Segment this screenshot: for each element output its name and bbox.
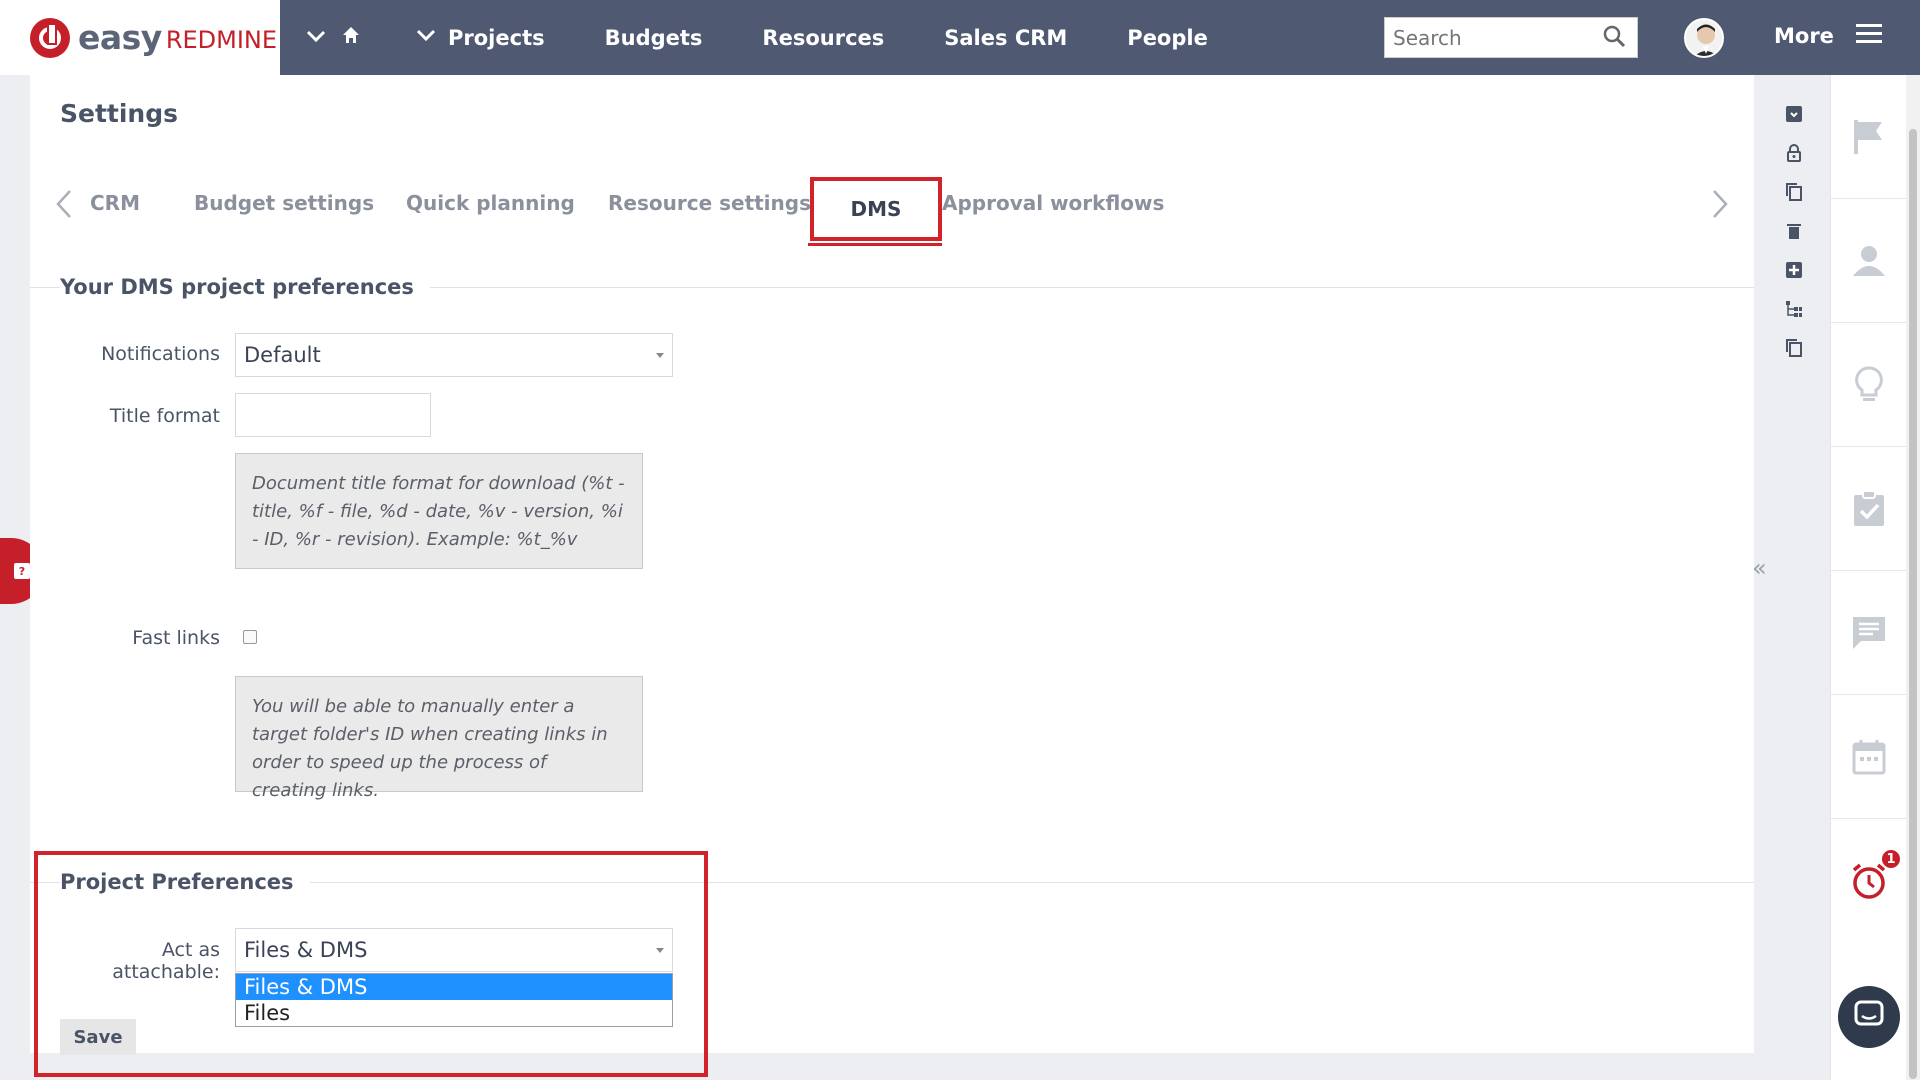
nav-sales-crm[interactable]: Sales CRM: [944, 26, 1067, 50]
fast-links-checkbox[interactable]: [243, 630, 257, 644]
search-icon[interactable]: [1603, 25, 1627, 49]
title-format-label: Title format: [109, 405, 220, 427]
chevron-down-icon[interactable]: [306, 25, 326, 50]
copy-icon[interactable]: [1780, 178, 1808, 206]
flag-icon[interactable]: [1831, 75, 1907, 199]
trash-icon[interactable]: [1780, 217, 1808, 245]
logo[interactable]: easy REDMINE: [0, 0, 280, 75]
tab-resource-settings[interactable]: Resource settings: [608, 191, 811, 215]
top-bar: easy REDMINE Projects Budgets Resources …: [0, 0, 1920, 75]
notifications-value: Default: [244, 343, 321, 367]
more-menu[interactable]: More: [1774, 24, 1882, 48]
help-icon: ?: [14, 563, 30, 579]
nav-people[interactable]: People: [1127, 26, 1208, 50]
main-nav: Projects Budgets Resources Sales CRM Peo…: [306, 0, 1268, 75]
comment-icon[interactable]: [1831, 571, 1907, 695]
chat-icon: [1854, 1000, 1884, 1034]
tab-approval-workflows[interactable]: Approval workflows: [942, 191, 1164, 215]
home-icon[interactable]: [342, 25, 360, 50]
scrollbar-thumb[interactable]: [1909, 129, 1917, 1079]
nav-budgets[interactable]: Budgets: [605, 26, 703, 50]
logo-icon: [30, 17, 70, 58]
highlight-box: [34, 851, 708, 1077]
lightbulb-icon[interactable]: [1831, 323, 1907, 447]
fast-links-hint: You will be able to manually enter a tar…: [235, 676, 643, 801]
page-title: Settings: [60, 99, 179, 128]
dms-prefs-title: Your DMS project preferences: [60, 275, 430, 299]
person-icon[interactable]: [1831, 199, 1907, 323]
fast-links-label: Fast links: [132, 627, 220, 649]
tab-budget-settings[interactable]: Budget settings: [194, 191, 374, 215]
active-tab-indicator: [808, 243, 942, 246]
hierarchy-icon[interactable]: [1780, 295, 1808, 323]
add-icon[interactable]: [1780, 256, 1808, 284]
nav-projects-label: Projects: [448, 25, 545, 50]
archive-icon[interactable]: [1780, 100, 1808, 128]
dropdown-caret-icon: [656, 353, 664, 358]
title-format-field[interactable]: [235, 393, 431, 437]
nav-projects[interactable]: Projects: [416, 26, 545, 50]
notifications-label: Notifications: [101, 343, 220, 365]
right-sidebar: [1830, 75, 1907, 1080]
tab-quick-planning[interactable]: Quick planning: [406, 191, 575, 215]
reminder-badge: 1: [1880, 848, 1902, 870]
lock-icon[interactable]: [1780, 139, 1808, 167]
tab-crm[interactable]: CRM: [90, 191, 140, 215]
logo-text-easy: easy: [78, 18, 162, 57]
logo-text-redmine: REDMINE: [165, 25, 278, 54]
alarm-icon[interactable]: [1831, 819, 1907, 943]
tool-column: [1780, 100, 1808, 373]
clipboard-check-icon[interactable]: [1831, 447, 1907, 571]
nav-resources[interactable]: Resources: [762, 26, 884, 50]
notifications-select[interactable]: Default: [235, 333, 673, 377]
settings-card: Settings CRM Budget settings Quick plann…: [30, 75, 1754, 1077]
settings-tabs: CRM Budget settings Quick planning Resou…: [30, 171, 1754, 246]
copy-icon[interactable]: [1780, 334, 1808, 362]
calendar-icon[interactable]: [1831, 695, 1907, 819]
collapse-sidebar-icon[interactable]: «: [1752, 554, 1767, 582]
chat-button[interactable]: [1838, 986, 1900, 1048]
hamburger-icon: [1855, 24, 1882, 48]
title-format-hint: Document title format for download (%t -…: [235, 453, 643, 569]
search-input[interactable]: [1385, 18, 1585, 57]
more-label: More: [1774, 24, 1834, 48]
search-box: [1384, 17, 1638, 58]
tab-scroll-left-icon[interactable]: [54, 189, 74, 219]
tab-dms[interactable]: DMS: [810, 177, 942, 241]
avatar[interactable]: [1684, 18, 1724, 58]
page-scrollbar[interactable]: [1906, 75, 1920, 1080]
chevron-down-icon: [416, 27, 436, 48]
tab-scroll-right-icon[interactable]: [1710, 189, 1730, 219]
